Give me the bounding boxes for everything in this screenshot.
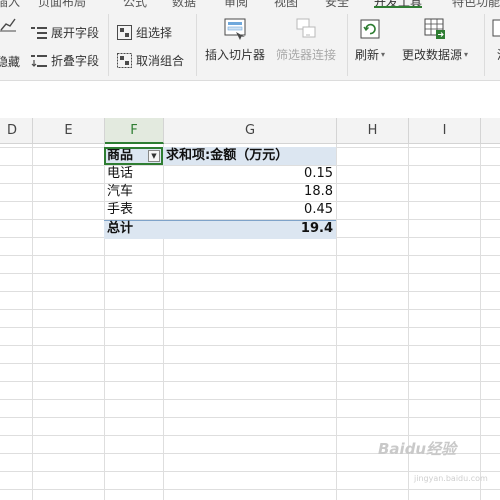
change-data-source-button[interactable]: 更改数据源 ▾ xyxy=(402,16,468,63)
gridline xyxy=(163,144,164,500)
tab-features[interactable]: 特色功能 xyxy=(452,0,500,8)
gridline xyxy=(32,144,33,500)
pivot-row-label[interactable]: 手表 xyxy=(107,201,133,219)
group-selection-button[interactable]: 组选择 xyxy=(117,24,172,41)
ribbon-separator xyxy=(347,14,348,76)
column-header-d[interactable]: D xyxy=(0,118,33,144)
gridline xyxy=(104,144,105,500)
gridline xyxy=(0,435,500,436)
gridline xyxy=(0,381,500,382)
slicer-icon xyxy=(224,18,246,40)
tab-review[interactable]: 审阅 xyxy=(224,0,248,8)
hide-label: 隐藏 xyxy=(0,55,21,69)
gridline xyxy=(0,309,500,310)
ribbon-separator xyxy=(196,14,197,76)
tab-data[interactable]: 数据 xyxy=(172,0,196,8)
ribbon-tab-bar: 插入 页面布局 公式 数据 审阅 视图 安全 开发工具 特色功能 xyxy=(0,0,500,8)
column-header-g[interactable]: G xyxy=(164,118,337,144)
gridline xyxy=(0,417,500,418)
gridline xyxy=(480,144,481,500)
data-source-icon xyxy=(424,18,446,39)
gridline xyxy=(0,345,500,346)
clear-button[interactable]: 清 xyxy=(490,16,500,63)
expand-field-button[interactable]: 展开字段 xyxy=(31,24,99,41)
group-icon xyxy=(117,25,132,40)
selected-cell xyxy=(104,147,163,165)
filter-connection-label: 筛选器连接 xyxy=(276,48,337,62)
pivot-total-value[interactable]: 19.4 xyxy=(166,220,333,238)
insert-slicer-button[interactable]: 插入切片器 xyxy=(205,16,265,63)
chart-line-icon xyxy=(0,18,16,32)
gridline xyxy=(0,399,500,400)
column-header-i[interactable]: I xyxy=(409,118,481,144)
ribbon-toolbar: 隐藏 展开字段 折叠字段 组选择 取消组合 插入切片器 筛选器连接 刷新 ▾ 更… xyxy=(0,8,500,81)
formula-bar[interactable] xyxy=(0,81,500,119)
clear-icon xyxy=(492,19,500,37)
gridline xyxy=(0,291,500,292)
filter-connection-icon xyxy=(296,18,316,38)
tab-formula[interactable]: 公式 xyxy=(123,0,147,8)
expand-list-icon xyxy=(31,26,47,39)
column-header-e[interactable]: E xyxy=(33,118,105,144)
filter-connection-button[interactable]: 筛选器连接 xyxy=(276,16,336,63)
gridline xyxy=(0,363,500,364)
gridline xyxy=(0,471,500,472)
baidu-watermark-url: jingyan.baidu.com xyxy=(414,474,488,483)
tab-insert[interactable]: 插入 xyxy=(0,0,20,8)
tab-security[interactable]: 安全 xyxy=(325,0,349,8)
ungroup-label: 取消组合 xyxy=(136,54,185,68)
pivot-row-value[interactable]: 18.8 xyxy=(166,183,333,201)
gridline xyxy=(0,327,500,328)
change-data-source-label: 更改数据源 xyxy=(402,48,463,62)
pivot-row-value[interactable]: 0.15 xyxy=(166,165,333,183)
change-data-source-caret-icon[interactable]: ▾ xyxy=(464,50,468,59)
refresh-icon xyxy=(360,19,380,39)
hide-button[interactable] xyxy=(0,16,16,32)
ribbon-separator xyxy=(108,14,109,76)
refresh-dropdown-caret-icon[interactable]: ▾ xyxy=(381,50,385,59)
tab-developer[interactable]: 开发工具 xyxy=(374,0,423,8)
collapse-field-button[interactable]: 折叠字段 xyxy=(31,52,99,69)
column-header-next[interactable] xyxy=(481,118,500,144)
gridline xyxy=(0,489,500,490)
collapse-field-label: 折叠字段 xyxy=(51,54,100,68)
column-header-h[interactable]: H xyxy=(337,118,409,144)
gridline xyxy=(336,144,337,500)
pivot-row-label[interactable]: 汽车 xyxy=(107,183,133,201)
pivot-value-field-label[interactable]: 求和项:金额（万元） xyxy=(166,147,288,165)
baidu-watermark: Baidu经验 xyxy=(378,440,457,458)
insert-slicer-label: 插入切片器 xyxy=(205,48,266,62)
pivot-row-label[interactable]: 电话 xyxy=(107,165,133,183)
ungroup-icon xyxy=(117,53,132,68)
gridline xyxy=(0,255,500,256)
hide-label-button[interactable]: 隐藏 xyxy=(0,53,20,70)
gridline xyxy=(0,273,500,274)
refresh-label: 刷新 xyxy=(355,48,380,62)
collapse-list-icon xyxy=(31,54,47,67)
expand-field-label: 展开字段 xyxy=(51,26,100,40)
ungroup-button[interactable]: 取消组合 xyxy=(117,52,184,69)
pivot-total-label[interactable]: 总计 xyxy=(107,220,133,238)
tab-view[interactable]: 视图 xyxy=(274,0,298,8)
tab-page-layout[interactable]: 页面布局 xyxy=(38,0,86,8)
refresh-button[interactable]: 刷新 ▾ xyxy=(355,16,385,63)
group-selection-label: 组选择 xyxy=(136,26,173,40)
column-header-f[interactable]: F xyxy=(105,118,164,144)
pivot-row-value[interactable]: 0.45 xyxy=(166,201,333,219)
ribbon-separator xyxy=(484,14,485,76)
